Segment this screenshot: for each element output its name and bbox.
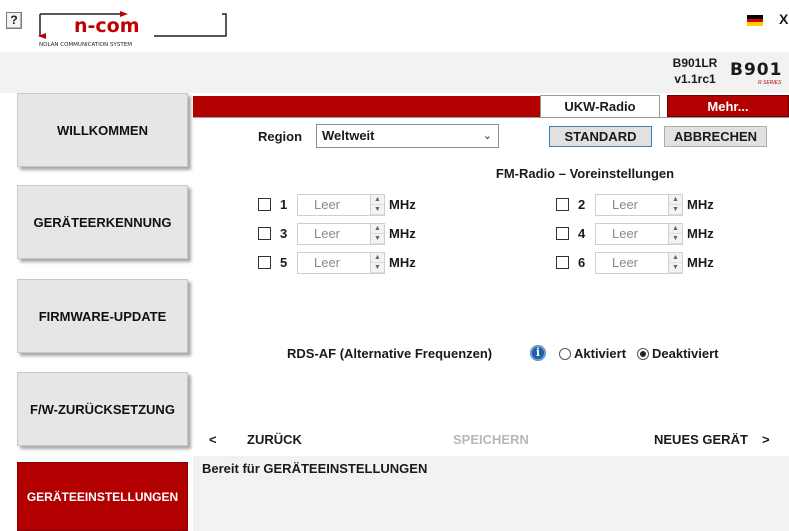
logo-sub-text: NOLAN COMMUNICATION SYSTEM <box>39 42 132 48</box>
preset-unit: MHz <box>389 255 416 270</box>
preset-checkbox[interactable] <box>556 256 569 269</box>
forward-arrow-icon[interactable]: > <box>762 432 770 447</box>
device-logo: B901 <box>730 60 783 80</box>
tab-strip <box>193 96 540 117</box>
region-select[interactable]: Weltweit ⌄ <box>316 124 499 148</box>
preset-unit: MHz <box>687 255 714 270</box>
spin-down-icon[interactable]: ▼ <box>669 234 682 244</box>
help-button[interactable]: ? <box>6 12 22 29</box>
rds-af-label: RDS-AF (Alternative Frequenzen) <box>287 346 493 361</box>
region-label: Region <box>258 129 303 144</box>
preset-spinner[interactable]: ▲ ▼ <box>669 194 683 216</box>
sidebar-item-fw-zuruecksetzung[interactable]: F/W-ZURÜCKSETZUNG <box>17 372 188 446</box>
region-select-value: Weltweit <box>322 128 375 143</box>
preset-frequency-input[interactable]: Leer <box>595 194 669 216</box>
preset-checkbox[interactable] <box>258 198 271 211</box>
close-button[interactable]: X <box>779 11 788 27</box>
preset-spinner[interactable]: ▲ ▼ <box>371 223 385 245</box>
preset-number: 3 <box>280 226 288 241</box>
spin-down-icon[interactable]: ▼ <box>669 263 682 273</box>
preset-number: 5 <box>280 255 288 270</box>
flag-de-icon[interactable] <box>747 15 763 26</box>
spin-up-icon[interactable]: ▲ <box>371 195 384 205</box>
preset-unit: MHz <box>389 197 416 212</box>
status-text: Bereit für GERÄTEEINSTELLUNGEN <box>202 461 428 476</box>
device-logo-sub: R SERIES <box>758 80 782 86</box>
sidebar-item-geraeteerkennung[interactable]: GERÄTEERKENNUNG <box>17 185 188 259</box>
preset-frequency-input[interactable]: Leer <box>595 252 669 274</box>
back-button[interactable]: ZURÜCK <box>247 432 302 447</box>
spin-up-icon[interactable]: ▲ <box>371 224 384 234</box>
rds-deaktiviert-radio[interactable] <box>637 348 649 360</box>
rds-aktiviert-label[interactable]: Aktiviert <box>574 346 626 361</box>
preset-unit: MHz <box>687 197 714 212</box>
preset-frequency-input[interactable]: Leer <box>297 194 371 216</box>
spin-up-icon[interactable]: ▲ <box>371 253 384 263</box>
tab-ukw-radio[interactable]: UKW-Radio <box>540 95 660 118</box>
save-button[interactable]: SPEICHERN <box>453 432 529 447</box>
rds-deaktiviert-label[interactable]: Deaktiviert <box>652 346 718 361</box>
spin-down-icon[interactable]: ▼ <box>371 205 384 215</box>
spin-up-icon[interactable]: ▲ <box>669 224 682 234</box>
sidebar-item-willkommen[interactable]: WILLKOMMEN <box>17 93 188 167</box>
preset-number: 6 <box>578 255 586 270</box>
preset-number: 4 <box>578 226 586 241</box>
spin-up-icon[interactable]: ▲ <box>669 195 682 205</box>
preset-number: 1 <box>280 197 288 212</box>
sidebar-item-geraeteeinstellungen[interactable]: GERÄTEEINSTELLUNGEN <box>17 462 188 531</box>
rds-aktiviert-radio[interactable] <box>559 348 571 360</box>
preset-spinner[interactable]: ▲ ▼ <box>371 194 385 216</box>
preset-spinner[interactable]: ▲ ▼ <box>371 252 385 274</box>
cancel-button[interactable]: ABBRECHEN <box>664 126 767 147</box>
new-device-button[interactable]: NEUES GERÄT <box>654 432 748 447</box>
device-version: v1.1rc1 <box>674 72 716 86</box>
preset-checkbox[interactable] <box>556 227 569 240</box>
spin-down-icon[interactable]: ▼ <box>371 263 384 273</box>
tab-mehr[interactable]: Mehr... <box>667 95 789 117</box>
presets-title: FM-Radio – Voreinstellungen <box>495 166 675 181</box>
preset-frequency-input[interactable]: Leer <box>595 223 669 245</box>
standard-button[interactable]: STANDARD <box>549 126 652 147</box>
preset-frequency-input[interactable]: Leer <box>297 252 371 274</box>
preset-checkbox[interactable] <box>556 198 569 211</box>
preset-checkbox[interactable] <box>258 227 271 240</box>
ncom-logo: n-com NOLAN COMMUNICATION SYSTEM <box>38 11 227 48</box>
preset-unit: MHz <box>687 226 714 241</box>
preset-unit: MHz <box>389 226 416 241</box>
logo-main-text: n-com <box>74 15 140 37</box>
preset-frequency-input[interactable]: Leer <box>297 223 371 245</box>
preset-spinner[interactable]: ▲ ▼ <box>669 223 683 245</box>
preset-checkbox[interactable] <box>258 256 271 269</box>
spin-down-icon[interactable]: ▼ <box>669 205 682 215</box>
chevron-down-icon: ⌄ <box>482 130 492 142</box>
spin-up-icon[interactable]: ▲ <box>669 253 682 263</box>
back-arrow-icon[interactable]: < <box>209 432 217 447</box>
spin-down-icon[interactable]: ▼ <box>371 234 384 244</box>
preset-number: 2 <box>578 197 586 212</box>
info-icon[interactable]: i <box>530 345 546 361</box>
preset-spinner[interactable]: ▲ ▼ <box>669 252 683 274</box>
device-model: B901LR <box>672 56 718 70</box>
tab-divider <box>193 117 789 118</box>
sidebar-item-firmware-update[interactable]: FIRMWARE-UPDATE <box>17 279 188 353</box>
sidebar: WILLKOMMEN GERÄTEERKENNUNG FIRMWARE-UPDA… <box>0 93 192 531</box>
